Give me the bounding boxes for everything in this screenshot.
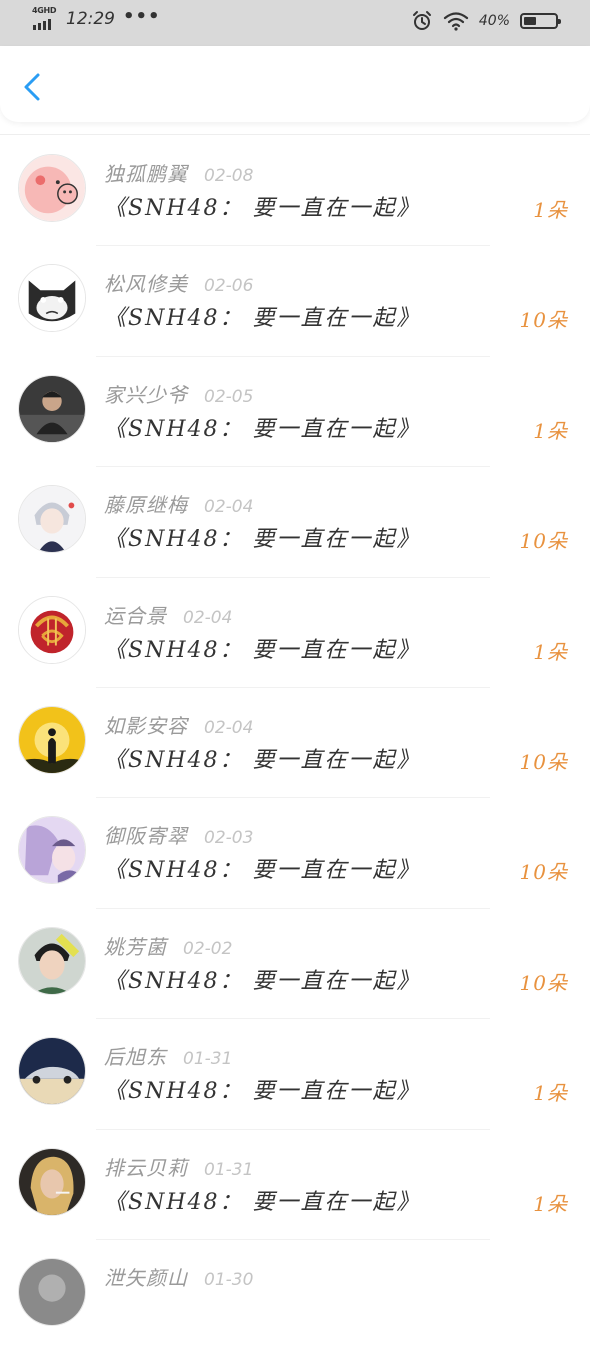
list-item[interactable]: 藤原继梅 02-04 《SNH48： 要一直在一起》 10朵 bbox=[0, 467, 590, 578]
battery-icon bbox=[520, 13, 561, 29]
alarm-icon bbox=[412, 11, 431, 30]
item-title: 《SNH48： 要一直在一起》 bbox=[104, 1079, 421, 1105]
flower-count: 10朵 bbox=[519, 970, 568, 995]
woman-smoking-avatar[interactable] bbox=[18, 1147, 86, 1216]
list-item[interactable]: 姚芳菌 02-02 《SNH48： 要一直在一起》 10朵 bbox=[0, 909, 590, 1020]
flower-count: 1朵 bbox=[533, 639, 568, 664]
battery-percent: 40% bbox=[478, 13, 510, 29]
fortune-character-avatar[interactable] bbox=[18, 595, 86, 664]
young-man-photo-avatar[interactable] bbox=[18, 374, 86, 443]
wifi-icon bbox=[443, 12, 468, 31]
flower-count: 10朵 bbox=[519, 308, 568, 333]
list-item[interactable]: 松风修美 02-06 《SNH48： 要一直在一起》 10朵 bbox=[0, 246, 590, 357]
list-item[interactable]: 如影安容 02-04 《SNH48： 要一直在一起》 10朵 bbox=[0, 688, 590, 799]
item-title: 《SNH48： 要一直在一起》 bbox=[104, 1189, 421, 1215]
user-name[interactable]: 藤原继梅 bbox=[104, 489, 188, 518]
user-name[interactable]: 家兴少爷 bbox=[104, 379, 188, 408]
item-meta: 排云贝莉 01-31 bbox=[104, 1152, 253, 1181]
anime-boy-avatar[interactable] bbox=[18, 485, 86, 554]
item-date: 02-04 bbox=[204, 717, 254, 738]
portrait-photo-avatar[interactable] bbox=[18, 926, 86, 995]
nav-divider bbox=[0, 134, 590, 135]
status-right: 40% bbox=[411, 10, 561, 32]
flower-count: 10朵 bbox=[519, 529, 568, 554]
item-date: 02-02 bbox=[183, 938, 233, 959]
sunset-silhouette-avatar[interactable] bbox=[18, 705, 86, 774]
item-title: 《SNH48： 要一直在一起》 bbox=[104, 416, 421, 442]
item-title: 《SNH48： 要一直在一起》 bbox=[104, 196, 421, 221]
list-item[interactable]: 御阪寄翠 02-03 《SNH48： 要一直在一起》 10朵 bbox=[0, 798, 590, 909]
item-meta: 藤原继梅 02-04 bbox=[104, 489, 253, 518]
item-title: 《SNH48： 要一直在一起》 bbox=[104, 527, 421, 553]
user-name[interactable]: 独孤鹏翼 bbox=[104, 158, 188, 187]
flower-count: 1朵 bbox=[533, 198, 568, 222]
chevron-left-icon bbox=[24, 73, 40, 101]
user-name[interactable]: 御阪寄翠 bbox=[104, 820, 188, 849]
list-item[interactable]: 独孤鹏翼 02-08 《SNH48： 要一直在一起》 1朵 bbox=[0, 136, 590, 247]
item-date: 02-03 bbox=[204, 828, 254, 849]
gift-record-list: 独孤鹏翼 02-08 《SNH48： 要一直在一起》 1朵 松风修美 02-06… bbox=[0, 136, 590, 1350]
item-date: 02-08 bbox=[204, 166, 254, 186]
item-meta: 运合景 02-04 bbox=[104, 600, 232, 629]
back-button[interactable] bbox=[16, 70, 50, 104]
flower-count: 1朵 bbox=[533, 418, 568, 443]
item-title: 《SNH48： 要一直在一起》 bbox=[104, 306, 421, 332]
list-item[interactable]: 后旭东 01-31 《SNH48： 要一直在一起》 1朵 bbox=[0, 1019, 590, 1130]
item-meta: 姚芳菌 02-02 bbox=[104, 931, 232, 960]
user-name[interactable]: 后旭东 bbox=[104, 1041, 167, 1070]
clock: 12:29 bbox=[66, 9, 115, 29]
item-date: 01-31 bbox=[183, 1049, 233, 1070]
item-title: 《SNH48： 要一直在一起》 bbox=[104, 747, 421, 773]
grumpy-cat-avatar[interactable] bbox=[18, 264, 86, 333]
user-name[interactable]: 松风修美 bbox=[104, 268, 188, 297]
item-date: 01-31 bbox=[204, 1159, 254, 1180]
status-left: 4GHD 12:29 ••• bbox=[32, 5, 161, 30]
network-type: 4GHD bbox=[32, 6, 57, 15]
nav-bar bbox=[0, 46, 590, 122]
item-title: 《SNH48： 要一直在一起》 bbox=[104, 637, 421, 663]
item-meta: 家兴少爷 02-05 bbox=[104, 379, 253, 408]
list-item[interactable]: 运合景 02-04 《SNH48： 要一直在一起》 1朵 bbox=[0, 578, 590, 688]
status-bar: 4GHD 12:29 ••• 40% bbox=[0, 0, 590, 46]
user-name[interactable]: 运合景 bbox=[104, 600, 167, 629]
flower-count: 10朵 bbox=[519, 749, 568, 774]
flower-count: 1朵 bbox=[533, 1081, 568, 1106]
item-date: 02-04 bbox=[183, 607, 233, 628]
user-name[interactable]: 泄矢颜山 bbox=[104, 1262, 188, 1291]
list-item[interactable]: 泄矢颜山 01-30 bbox=[0, 1240, 590, 1350]
item-meta: 御阪寄翠 02-03 bbox=[104, 820, 253, 849]
item-meta: 泄矢颜山 01-30 bbox=[104, 1262, 253, 1291]
gray-photo-avatar[interactable] bbox=[18, 1257, 86, 1326]
list-item[interactable]: 排云贝莉 01-31 《SNH48： 要一直在一起》 1朵 bbox=[0, 1130, 590, 1240]
item-date: 02-05 bbox=[204, 386, 254, 407]
anime-couple-avatar[interactable] bbox=[18, 816, 86, 885]
list-item[interactable]: 家兴少爷 02-05 《SNH48： 要一直在一起》 1朵 bbox=[0, 357, 590, 468]
item-meta: 独孤鹏翼 02-08 bbox=[104, 158, 253, 187]
user-name[interactable]: 排云贝莉 bbox=[104, 1152, 188, 1181]
sports-car-avatar[interactable] bbox=[18, 1037, 86, 1106]
user-name[interactable]: 姚芳菌 bbox=[104, 931, 167, 960]
flower-count: 1朵 bbox=[533, 1191, 568, 1216]
user-name[interactable]: 如影安容 bbox=[104, 710, 188, 739]
signal-icon: 4GHD bbox=[32, 6, 58, 30]
item-date: 02-04 bbox=[204, 497, 254, 518]
item-meta: 后旭东 01-31 bbox=[104, 1041, 232, 1070]
item-meta: 如影安容 02-04 bbox=[104, 710, 253, 739]
notification-dots: ••• bbox=[123, 5, 161, 27]
item-title: 《SNH48： 要一直在一起》 bbox=[104, 968, 421, 994]
pink-pig-avatar[interactable] bbox=[18, 154, 86, 222]
item-date: 02-06 bbox=[204, 276, 254, 297]
item-meta: 松风修美 02-06 bbox=[104, 268, 253, 297]
flower-count: 10朵 bbox=[519, 860, 568, 885]
item-title: 《SNH48： 要一直在一起》 bbox=[104, 858, 421, 884]
